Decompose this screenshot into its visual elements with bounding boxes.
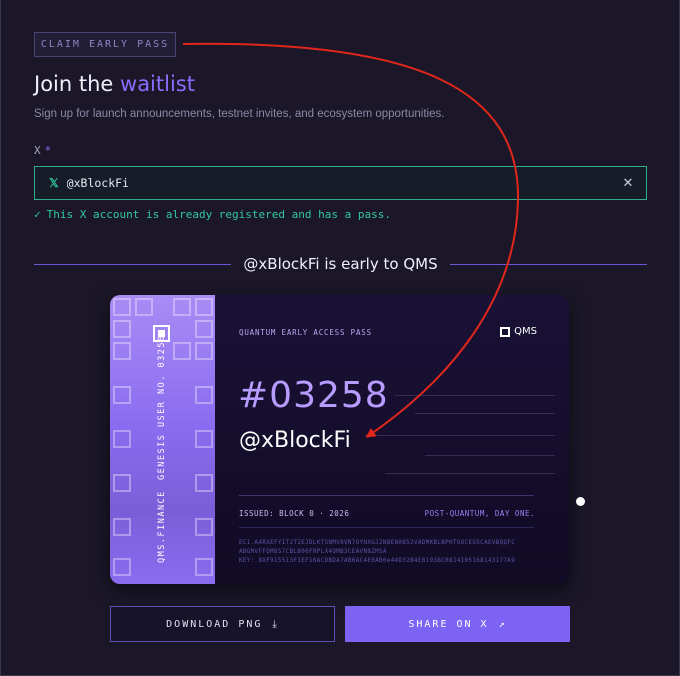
x-handle-field[interactable]: 𝕏 ✕: [34, 166, 647, 200]
divider-line-right: [449, 263, 648, 265]
x-label-text: X: [34, 144, 41, 157]
section-divider: @xBlockFi is early to QMS: [34, 253, 648, 275]
page-subtitle: Sign up for launch announcements, testne…: [34, 108, 445, 120]
pass-number: #03258: [238, 375, 389, 416]
share-on-x-button[interactable]: SHARE ON X ↗: [345, 606, 570, 642]
light-streak: [365, 435, 555, 436]
pass-handle: @xBlockFi: [239, 428, 351, 453]
card-side-stripe: GENESIS USER NO. 03258 QMS.FINANCE: [110, 295, 215, 584]
check-icon: ✓: [34, 208, 41, 221]
key-line: ABGMVFFQM8S7CBLB06FRPLX4OMB3CEAVN8ZM5A: [239, 549, 387, 555]
x-logo-icon: 𝕏: [49, 176, 59, 190]
qms-logo: QMS: [500, 326, 537, 337]
light-streak: [415, 413, 555, 414]
card-eyebrow: QUANTUM EARLY ACCESS PASS: [239, 328, 372, 337]
card-divider: [239, 527, 534, 528]
light-streak: [425, 455, 555, 456]
title-prefix: Join the: [34, 72, 114, 96]
light-streak: [395, 395, 555, 396]
early-to-qms-heading: @xBlockFi is early to QMS: [243, 255, 438, 273]
qms-finance-label: QMS.FINANCE: [157, 490, 167, 563]
download-label: DOWNLOAD PNG: [166, 618, 263, 630]
close-icon[interactable]: ✕: [620, 175, 636, 191]
divider-line-left: [34, 263, 232, 265]
key-line: EC1.A4RXEFYIT2T2EJDLKTSNMV8VN7OYNXGJ2NBE…: [239, 540, 516, 546]
issued-label: ISSUED: BLOCK 0 · 2026: [239, 509, 350, 518]
download-icon: ⤓: [272, 618, 279, 630]
registered-message: ✓ This X account is already registered an…: [34, 208, 391, 221]
x-handle-input[interactable]: [66, 176, 587, 190]
title-accent: waitlist: [120, 72, 195, 96]
download-png-button[interactable]: DOWNLOAD PNG ⤓: [110, 606, 335, 642]
page-title: Join the waitlist: [34, 72, 195, 96]
registered-message-text: This X account is already registered and…: [46, 208, 391, 221]
card-tagline: POST-QUANTUM, DAY ONE.: [424, 509, 535, 518]
x-field-label: X *: [34, 144, 51, 157]
card-divider: [239, 495, 534, 496]
required-mark: *: [44, 144, 52, 157]
qms-logo-text: QMS: [514, 326, 537, 337]
external-link-icon: ↗: [498, 618, 507, 630]
genesis-user-number: GENESIS USER NO. 03258: [157, 334, 167, 480]
light-streak: [385, 473, 555, 474]
card-body: QUANTUM EARLY ACCESS PASS QMS #03258 @xB…: [215, 295, 569, 584]
share-label: SHARE ON X: [408, 618, 489, 630]
qms-logo-icon: [500, 326, 511, 337]
key-line: KEY: 8XF915513F1EF16ACDBDA7AB6AC4E0AB0e4…: [239, 558, 516, 564]
claim-early-pass-badge: CLAIM EARLY PASS: [34, 32, 176, 57]
early-access-pass-card: GENESIS USER NO. 03258 QMS.FINANCE QUANT…: [110, 295, 569, 584]
carousel-dot[interactable]: [576, 497, 585, 506]
